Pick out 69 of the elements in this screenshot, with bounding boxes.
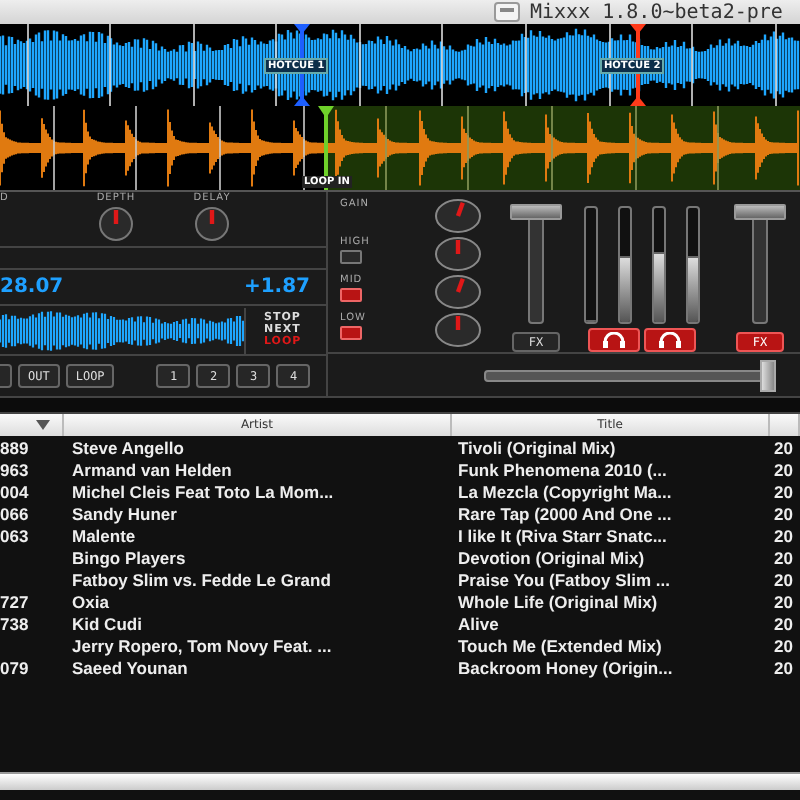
table-cell-text: Alive — [456, 613, 501, 633]
table-cell-text: 20 — [772, 481, 795, 501]
table-cell-text: 963 — [0, 459, 31, 479]
table-cell-text: 079 — [0, 657, 31, 677]
sort-descending-icon — [36, 420, 50, 430]
crossfader-handle[interactable] — [760, 359, 776, 391]
table-cell-text: 738 — [0, 613, 31, 633]
table-cell-text: Whole Life (Original Mix) — [456, 591, 660, 611]
table-cell-text: 20 — [772, 503, 795, 523]
table-cell-text: Praise You (Fatboy Slim ... — [456, 569, 672, 589]
crossfader[interactable] — [484, 359, 776, 391]
knob[interactable] — [432, 198, 484, 234]
table-cell-text: Devotion (Original Mix) — [456, 547, 647, 567]
table-cell-text: 727 — [0, 591, 31, 611]
loop-button[interactable] — [0, 364, 12, 388]
table-cell-text: 063 — [0, 525, 31, 545]
table-cell-text: 20 — [772, 547, 795, 567]
table-cell-text: Bingo Players — [70, 547, 188, 567]
table-cell-text: 004 — [0, 481, 31, 501]
headphones-icon — [658, 332, 682, 348]
table-cell-text: 20 — [772, 613, 795, 633]
table-cell-text: Michel Cleis Feat Toto La Mom... — [70, 481, 336, 501]
table-cell-text: Tivoli (Original Mix) — [456, 437, 618, 457]
table-cell-text: La Mezcla (Copyright Ma... — [456, 481, 674, 501]
table-cell-text: 20 — [772, 657, 795, 677]
window-title: Mixxx 1.8.0~beta2-pre — [530, 1, 783, 23]
table-cell-text: Saeed Younan — [70, 657, 190, 677]
table-cell-text: Steve Angello — [70, 437, 186, 457]
table-cell-text: 20 — [772, 591, 795, 611]
window-icon — [494, 2, 520, 22]
knob[interactable] — [192, 206, 232, 242]
table-cell-text: 889 — [0, 437, 31, 457]
knob[interactable] — [96, 206, 136, 242]
table-cell-text: Armand van Helden — [70, 459, 234, 479]
table-cell-text: Backroom Honey (Origin... — [456, 657, 675, 677]
table-cell-text: 20 — [772, 635, 795, 655]
headphone-button[interactable] — [588, 328, 640, 352]
table-cell-text: Rare Tap (2000 And One ... — [456, 503, 674, 523]
table-cell-text: Fatboy Slim vs. Fedde Le Grand — [70, 569, 333, 589]
table-cell-text: 20 — [772, 525, 795, 545]
headphone-button[interactable] — [644, 328, 696, 352]
knob[interactable] — [432, 274, 484, 310]
table-cell-text: Funk Phenomena 2010 (... — [456, 459, 669, 479]
headphones-icon — [602, 332, 626, 348]
table-cell-text: Jerry Ropero, Tom Novy Feat. ... — [70, 635, 334, 655]
table-cell-text: 20 — [772, 459, 795, 479]
volume-fader[interactable] — [734, 204, 786, 324]
table-cell-text: I like It (Riva Starr Snatc... — [456, 525, 669, 545]
waveform-drawing[interactable] — [0, 24, 800, 106]
pitch-display: +1.87 — [243, 276, 310, 298]
waveform-drawing[interactable] — [0, 106, 800, 190]
kill-switch[interactable] — [340, 288, 362, 302]
horizontal-scrollbar[interactable] — [0, 772, 800, 790]
table-cell-text: Kid Cudi — [70, 613, 144, 633]
volume-fader[interactable] — [510, 204, 562, 324]
table-cell-text: 20 — [772, 437, 795, 457]
table-cell-text: Malente — [70, 525, 138, 545]
table-cell-text: Oxia — [70, 591, 111, 611]
fader-handle[interactable] — [510, 204, 562, 220]
table-cell-text: 066 — [0, 503, 31, 523]
knob[interactable] — [432, 236, 484, 272]
kill-switch[interactable] — [340, 250, 362, 264]
table-cell-text: 20 — [772, 569, 795, 589]
table-cell-text: Sandy Huner — [70, 503, 179, 523]
table-cell-text: Touch Me (Extended Mix) — [456, 635, 664, 655]
bpm-display: 28.07 — [0, 276, 64, 298]
fader-handle[interactable] — [734, 204, 786, 220]
knob[interactable] — [432, 312, 484, 348]
kill-switch[interactable] — [340, 326, 362, 340]
